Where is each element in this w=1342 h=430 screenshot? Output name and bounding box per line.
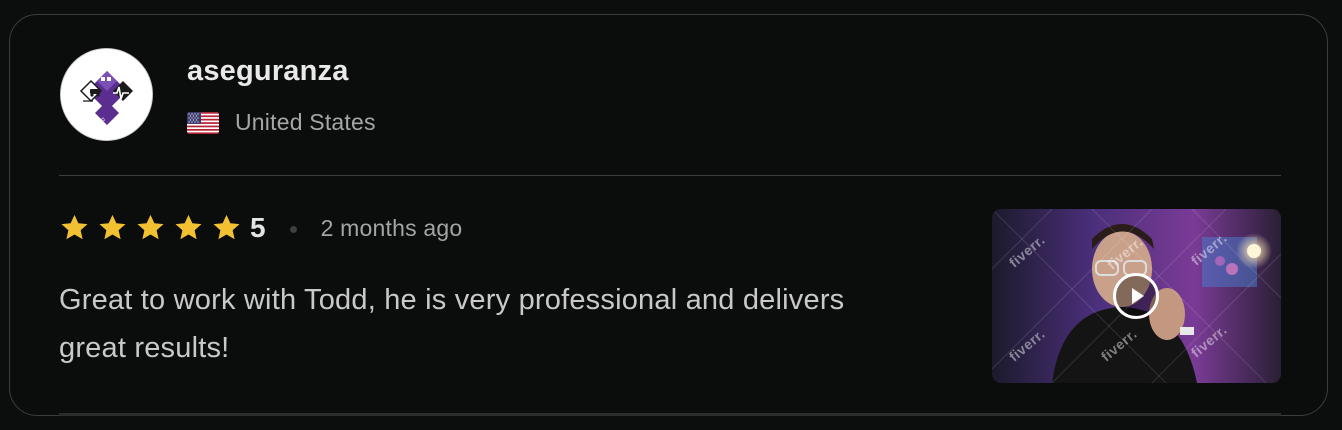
star-icon	[175, 214, 202, 240]
avatar[interactable]: ⌂	[60, 48, 153, 141]
divider	[59, 175, 1281, 176]
play-button[interactable]	[1113, 273, 1159, 319]
rating-value: 5	[250, 212, 266, 243]
video-thumbnail[interactable]: fiverr. fiverr. fiverr. fiverr. fiverr. …	[992, 209, 1281, 383]
svg-text:⌂: ⌂	[101, 116, 105, 123]
play-icon	[1132, 288, 1144, 304]
username[interactable]: aseguranza	[187, 55, 349, 88]
country-row: United States	[187, 109, 376, 136]
review-card: ⌂ aseguranza United States 5 2 months ag…	[9, 14, 1328, 416]
bottom-divider	[59, 413, 1281, 416]
star-rating	[59, 213, 249, 243]
us-flag-icon	[187, 111, 219, 134]
country-label: United States	[235, 109, 376, 135]
star-icon	[213, 214, 240, 240]
review-text: Great to work with Todd, he is very prof…	[59, 284, 845, 364]
star-icon	[99, 214, 126, 240]
separator-dot	[289, 225, 297, 233]
star-icon	[61, 214, 88, 240]
aseguranza-logo: ⌂	[61, 49, 152, 140]
rating-row: 5 2 months ago	[59, 211, 462, 245]
review-time: 2 months ago	[320, 214, 463, 241]
star-icon	[137, 214, 164, 240]
